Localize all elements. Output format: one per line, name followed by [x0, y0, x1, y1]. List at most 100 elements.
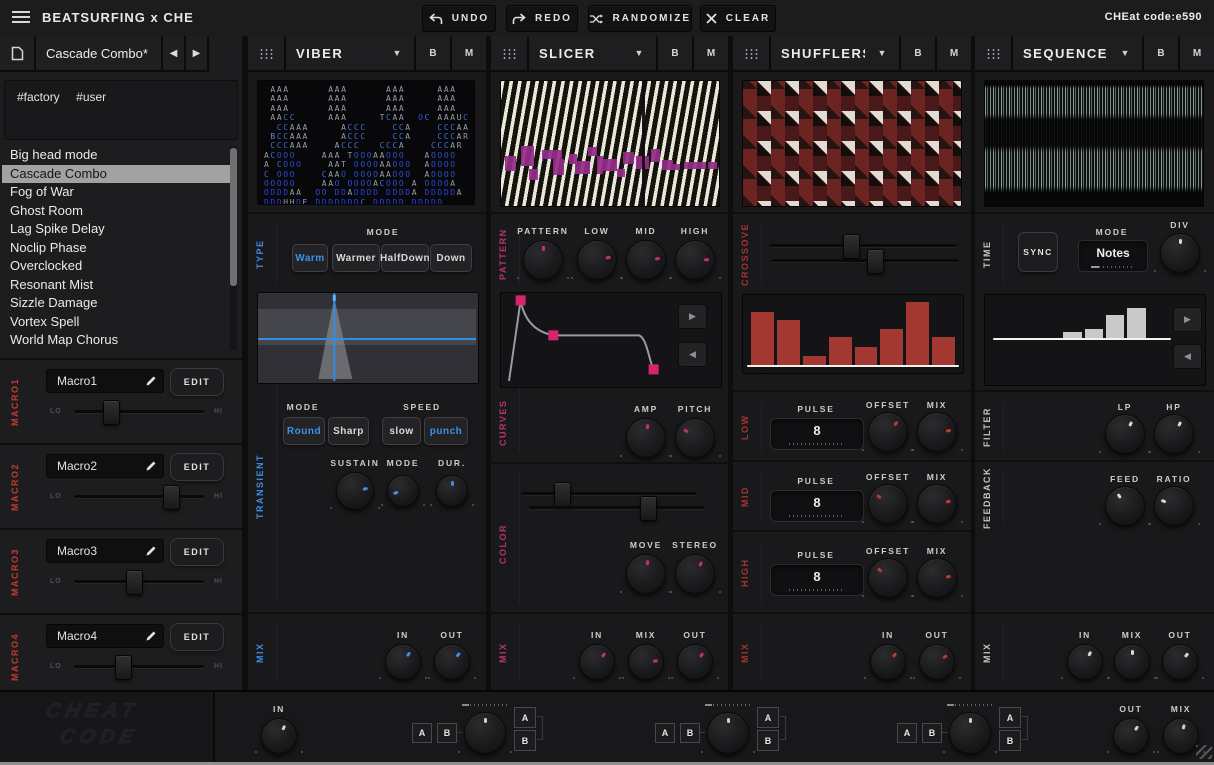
- preset-list-item[interactable]: Resonant Mist: [2, 276, 230, 295]
- chevron-down-icon[interactable]: ▼: [622, 36, 656, 70]
- module-title-slicer[interactable]: SLICER: [529, 36, 622, 70]
- new-preset-button[interactable]: [0, 36, 36, 70]
- chart-bar[interactable]: [880, 329, 903, 365]
- router-crossfade-knob[interactable]: [949, 712, 991, 754]
- macro3-name-field[interactable]: Macro3: [46, 539, 164, 563]
- mute-button[interactable]: M: [937, 36, 971, 70]
- chart-bar[interactable]: [906, 302, 929, 365]
- high-mix-knob[interactable]: [917, 558, 957, 598]
- drag-handle-icon[interactable]: [975, 36, 1013, 70]
- preset-list-item[interactable]: Sizzle Damage: [2, 294, 230, 313]
- undo-button[interactable]: UNDO: [422, 5, 496, 32]
- type-down-button[interactable]: Down: [430, 244, 472, 272]
- current-preset-name[interactable]: Cascade Combo*: [36, 36, 161, 70]
- step-pattern-chart[interactable]: ▶ ◀: [984, 294, 1206, 386]
- preset-list-item[interactable]: Big head mode: [2, 146, 230, 165]
- footer-mix-knob[interactable]: [1163, 718, 1199, 754]
- crossover-slider-1[interactable]: [769, 244, 957, 247]
- out-knob[interactable]: [1162, 644, 1198, 680]
- resize-handle[interactable]: [1196, 745, 1212, 759]
- bypass-button[interactable]: B: [1144, 36, 1178, 70]
- mix-knob[interactable]: [628, 644, 664, 680]
- pulse-display[interactable]: 8: [770, 490, 864, 522]
- drag-handle-icon[interactable]: [491, 36, 529, 70]
- macro4-edit-button[interactable]: EDIT: [170, 623, 224, 651]
- chart-bar[interactable]: [1127, 308, 1145, 338]
- div-knob[interactable]: [1160, 233, 1200, 273]
- router-source-a-button[interactable]: A: [655, 723, 675, 743]
- tag-user[interactable]: #user: [76, 90, 106, 104]
- prev-pattern-button[interactable]: ◀: [1173, 344, 1202, 369]
- preset-list-item[interactable]: Fog of War: [2, 183, 230, 202]
- router-source-b-button[interactable]: B: [680, 723, 700, 743]
- pitch-knob[interactable]: [675, 418, 715, 458]
- next-curve-button[interactable]: ▶: [678, 304, 707, 329]
- slider-handle[interactable]: [843, 234, 860, 259]
- crossover-slider-2[interactable]: [771, 259, 959, 262]
- router-dest-a-button[interactable]: A: [999, 707, 1021, 728]
- footer-out-knob[interactable]: [1113, 718, 1149, 754]
- sync-button[interactable]: SYNC: [1018, 232, 1058, 272]
- bypass-button[interactable]: B: [901, 36, 935, 70]
- mute-button[interactable]: M: [1180, 36, 1214, 70]
- preset-list-item[interactable]: Lag Spike Delay: [2, 220, 230, 239]
- pencil-icon[interactable]: [145, 375, 157, 387]
- speed-slow-button[interactable]: slow: [382, 417, 421, 445]
- slider-handle[interactable]: [867, 249, 884, 274]
- move-knob[interactable]: [626, 554, 666, 594]
- mid-mix-knob[interactable]: [917, 484, 957, 524]
- pulse-display[interactable]: 8: [770, 564, 864, 596]
- router-crossfade-knob[interactable]: [707, 712, 749, 754]
- high-offset-knob[interactable]: [868, 558, 908, 598]
- module-title-shufflers[interactable]: SHUFFLERS: [771, 36, 865, 70]
- router-source-b-button[interactable]: B: [437, 723, 457, 743]
- chart-bar[interactable]: [1106, 315, 1124, 338]
- transient-shape-editor[interactable]: [257, 292, 479, 384]
- transient-round-button[interactable]: Round: [283, 417, 325, 445]
- preset-list-item[interactable]: World Map Chorus: [2, 331, 230, 350]
- bar-chart[interactable]: [999, 301, 1167, 338]
- in-knob[interactable]: [385, 644, 421, 680]
- pencil-icon[interactable]: [145, 545, 157, 557]
- out-knob[interactable]: [434, 644, 470, 680]
- randomize-button[interactable]: RANDOMIZE: [588, 5, 692, 32]
- slider-handle[interactable]: [115, 655, 132, 680]
- chart-bar[interactable]: [803, 356, 826, 365]
- amp-knob[interactable]: [626, 418, 666, 458]
- bypass-button[interactable]: B: [416, 36, 450, 70]
- redo-button[interactable]: REDO: [506, 5, 578, 32]
- prev-curve-button[interactable]: ◀: [678, 342, 707, 367]
- ratio-knob[interactable]: [1154, 486, 1194, 526]
- router-source-a-button[interactable]: A: [412, 723, 432, 743]
- mid-knob[interactable]: [626, 240, 666, 280]
- footer-in-knob[interactable]: [261, 718, 297, 754]
- low-mix-knob[interactable]: [917, 412, 957, 452]
- low-knob[interactable]: [577, 240, 617, 280]
- router-dest-b-button[interactable]: B: [757, 730, 779, 751]
- macro1-name-field[interactable]: Macro1: [46, 369, 164, 393]
- slider-handle[interactable]: [103, 400, 120, 425]
- in-knob[interactable]: [579, 644, 615, 680]
- color-slider-2[interactable]: [529, 506, 705, 509]
- macro1-edit-button[interactable]: EDIT: [170, 368, 224, 396]
- module-title-sequencede[interactable]: SEQUENCEDE...: [1013, 36, 1108, 70]
- in-knob[interactable]: [1067, 644, 1103, 680]
- chart-bar[interactable]: [777, 320, 800, 365]
- low-offset-knob[interactable]: [868, 412, 908, 452]
- in-knob[interactable]: [870, 644, 906, 680]
- macro3-edit-button[interactable]: EDIT: [170, 538, 224, 566]
- module-title-viber[interactable]: VIBER: [286, 36, 380, 70]
- scrollbar-thumb[interactable]: [230, 148, 237, 286]
- router-dest-a-button[interactable]: A: [514, 707, 536, 728]
- router-source-b-button[interactable]: B: [922, 723, 942, 743]
- sustain-knob[interactable]: [336, 472, 374, 510]
- type-warmer-button[interactable]: Warmer: [332, 244, 380, 272]
- chart-bar[interactable]: [932, 337, 955, 365]
- bar-chart[interactable]: [751, 299, 955, 365]
- next-pattern-button[interactable]: ▶: [1173, 307, 1202, 332]
- type-warm-button[interactable]: Warm: [292, 244, 328, 272]
- high-knob[interactable]: [675, 240, 715, 280]
- dur-knob[interactable]: [436, 475, 468, 507]
- preset-list-item[interactable]: Vortex Spell: [2, 313, 230, 332]
- transient-mode-knob[interactable]: [387, 475, 419, 507]
